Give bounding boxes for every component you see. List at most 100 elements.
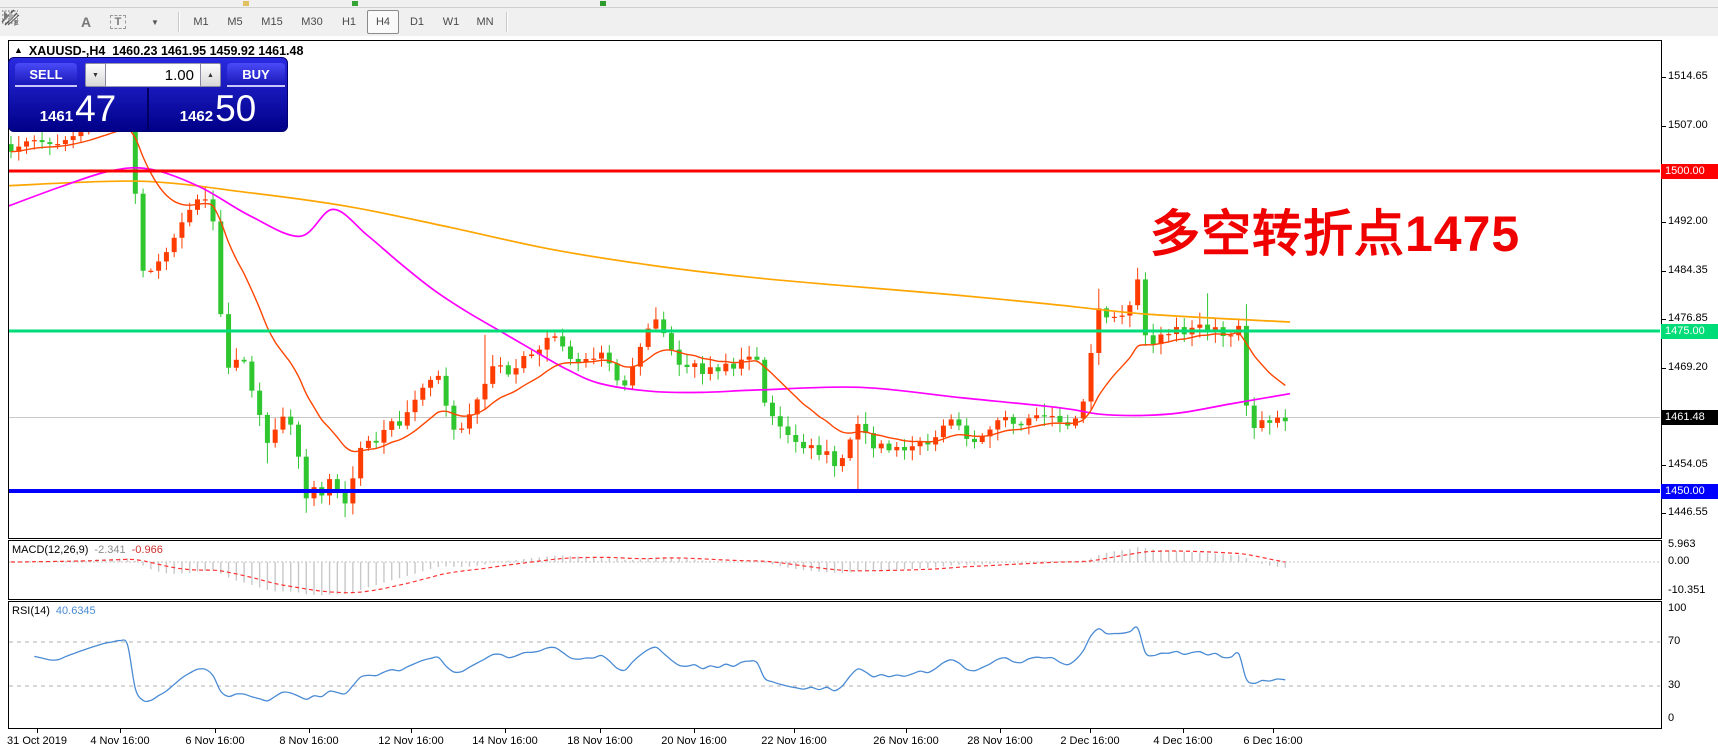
time-axis-label: 22 Nov 16:00 — [761, 735, 826, 747]
price-badge-1450.00[interactable]: 1450.00 — [1661, 484, 1718, 499]
buy-button[interactable]: BUY — [227, 63, 285, 87]
rsi-chart — [9, 602, 1661, 727]
rsi-axis-label: 100 — [1668, 602, 1686, 614]
rsi-axis-label: 70 — [1668, 635, 1680, 647]
time-axis-tick — [1090, 729, 1091, 733]
rsi-axis-label: 0 — [1668, 712, 1674, 724]
time-axis-label: 26 Nov 16:00 — [873, 735, 938, 747]
time-axis-label: 14 Nov 16:00 — [472, 735, 537, 747]
macd-axis-label: -10.351 — [1668, 584, 1705, 596]
time-axis-tick — [1183, 729, 1184, 733]
macd-signal-line — [11, 551, 1285, 593]
rsi-label: RSI(14)40.6345 — [12, 605, 96, 617]
timeframe-button-m15[interactable]: M15 — [253, 10, 291, 34]
toolbar-separator — [506, 12, 508, 32]
volume-input[interactable] — [106, 63, 200, 87]
time-axis-tick — [600, 729, 601, 733]
sell-price[interactable]: 1461 47 — [9, 88, 149, 130]
time-axis-label: 4 Dec 16:00 — [1153, 735, 1212, 747]
macd-histogram — [11, 547, 1285, 595]
time-axis-tick — [794, 729, 795, 733]
price-axis-tick — [1661, 465, 1666, 466]
time-axis-tick — [1000, 729, 1001, 733]
ma-orange-line — [9, 181, 1290, 322]
price-axis-tick — [1661, 319, 1666, 320]
time-axis[interactable]: 31 Oct 20194 Nov 16:006 Nov 16:008 Nov 1… — [0, 729, 1718, 753]
macd-label: MACD(12,26,9)-2.341-0.966 — [12, 544, 163, 556]
time-axis-label: 31 Oct 2019 — [7, 735, 67, 747]
timeframe-button-w1[interactable]: W1 — [435, 10, 467, 34]
one-click-trading-panel: SELL ▼ ▲ BUY 1461 47 1462 50 — [8, 57, 288, 132]
buy-price[interactable]: 1462 50 — [149, 88, 287, 130]
candlesticks — [9, 105, 1288, 517]
macd-signal-value: -0.966 — [132, 544, 163, 556]
sell-button[interactable]: SELL — [15, 63, 77, 87]
macd-axis-label: 5.963 — [1668, 538, 1696, 550]
volume-increase-button[interactable]: ▲ — [200, 63, 221, 87]
timeframe-button-m5[interactable]: M5 — [219, 10, 251, 34]
time-axis-tick — [411, 729, 412, 733]
price-axis-tick — [1661, 77, 1666, 78]
toolbar-separator — [178, 12, 180, 32]
chart-toolbar: E F A T ▼ M1M5M15M30H1H4D1W1MN — [0, 8, 1718, 37]
chart-annotation-text: 多空转折点1475 — [1150, 194, 1620, 266]
timeframe-button-d1[interactable]: D1 — [401, 10, 433, 34]
price-axis-label: 1476.85 — [1668, 312, 1708, 324]
time-axis-label: 4 Nov 16:00 — [90, 735, 149, 747]
volume-decrease-button[interactable]: ▼ — [85, 63, 106, 87]
partial-toolbar — [0, 0, 1718, 8]
time-axis-tick — [215, 729, 216, 733]
collapse-icon[interactable]: ▲ — [14, 45, 23, 55]
rsi-line — [34, 627, 1285, 702]
rsi-axis-label: 30 — [1668, 679, 1680, 691]
price-axis-label: 1507.00 — [1668, 119, 1708, 131]
chart-window: ▲ XAUUSD-,H4 1460.23 1461.95 1459.92 1461… — [0, 36, 1718, 753]
timeframe-button-h1[interactable]: H1 — [333, 10, 365, 34]
price-badge-1475.00[interactable]: 1475.00 — [1661, 324, 1718, 339]
price-axis-tick — [1661, 222, 1666, 223]
macd-axis-label: 0.00 — [1668, 555, 1689, 567]
macd-chart — [9, 541, 1661, 598]
timeframe-button-m1[interactable]: M1 — [185, 10, 217, 34]
price-axis-label: 1446.55 — [1668, 506, 1708, 518]
price-axis-label: 1469.20 — [1668, 361, 1708, 373]
buy-price-big: 50 — [215, 90, 256, 128]
partial-toolbar-icon — [352, 1, 358, 6]
time-axis-tick — [694, 729, 695, 733]
time-axis-tick — [906, 729, 907, 733]
fibonacci-icon[interactable]: F — [39, 10, 69, 34]
price-badge-1500.00[interactable]: 1500.00 — [1661, 164, 1718, 179]
sell-price-big: 47 — [75, 90, 116, 128]
price-axis-tick — [1661, 271, 1666, 272]
time-axis-label: 2 Dec 16:00 — [1060, 735, 1119, 747]
partial-toolbar-icon — [600, 1, 606, 6]
time-axis-tick — [120, 729, 121, 733]
text-tool-icon[interactable]: A — [71, 10, 101, 34]
arrow-objects-icon[interactable]: ▼ — [135, 10, 173, 34]
ohlc-header: ▲ XAUUSD-,H4 1460.23 1461.95 1459.92 1461… — [14, 44, 303, 58]
timeframe-button-m30[interactable]: M30 — [293, 10, 331, 34]
time-axis-tick — [309, 729, 310, 733]
text-label-tool-icon[interactable]: T — [103, 10, 133, 34]
time-axis-label: 18 Nov 16:00 — [567, 735, 632, 747]
price-badge-1461.48[interactable]: 1461.48 — [1661, 410, 1718, 425]
symbol-title: XAUUSD-,H4 — [29, 44, 105, 58]
price-axis-label: 1454.05 — [1668, 458, 1708, 470]
time-axis-label: 28 Nov 16:00 — [967, 735, 1032, 747]
price-axis-label: 1514.65 — [1668, 70, 1708, 82]
time-axis-label: 20 Nov 16:00 — [661, 735, 726, 747]
timeframe-button-h4[interactable]: H4 — [367, 10, 399, 34]
price-axis-tick — [1661, 368, 1666, 369]
time-axis-label: 6 Dec 16:00 — [1243, 735, 1302, 747]
price-axis-tick — [1661, 513, 1666, 514]
ohlc-values: 1460.23 1461.95 1459.92 1461.48 — [112, 44, 303, 58]
price-axis-label: 1492.00 — [1668, 215, 1708, 227]
rsi-value: 40.6345 — [56, 605, 96, 617]
ma-fast-line — [11, 128, 1285, 451]
timeframe-button-mn[interactable]: MN — [469, 10, 501, 34]
time-axis-label: 12 Nov 16:00 — [378, 735, 443, 747]
time-axis-tick — [37, 729, 38, 733]
time-axis-tick — [505, 729, 506, 733]
time-axis-tick — [1273, 729, 1274, 733]
time-axis-label: 6 Nov 16:00 — [185, 735, 244, 747]
